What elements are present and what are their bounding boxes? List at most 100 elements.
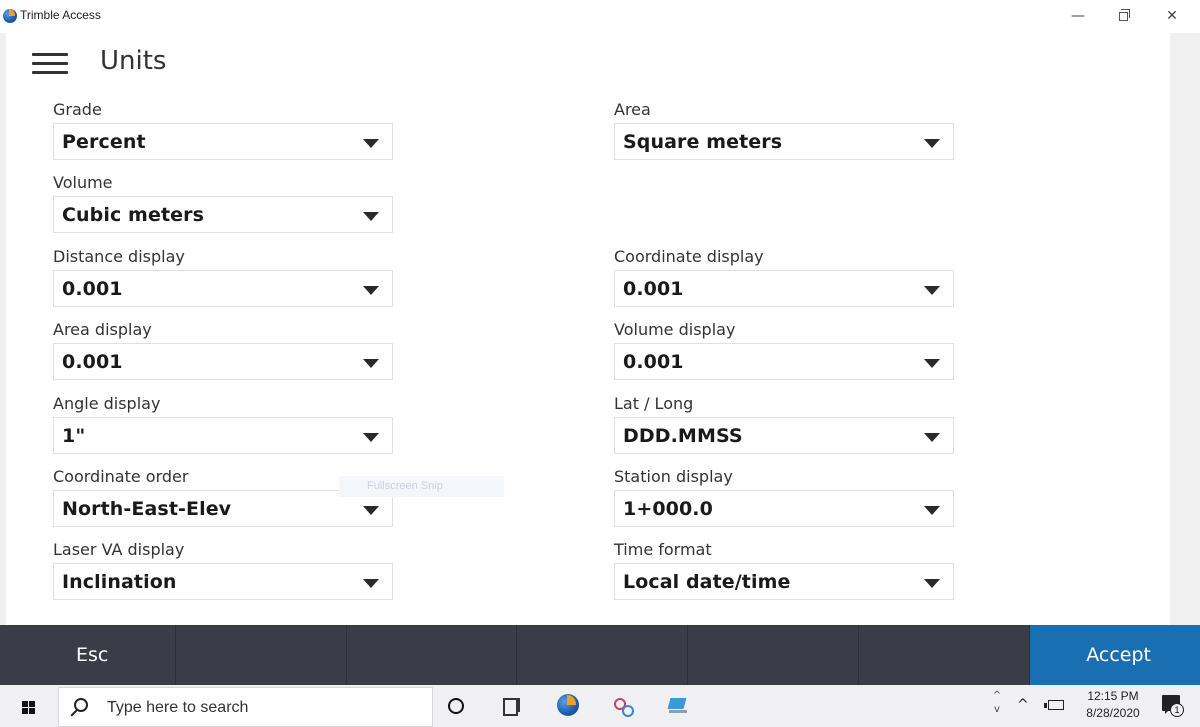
area-value: Square meters	[623, 131, 783, 153]
laptop-app-icon[interactable]	[666, 695, 688, 717]
area-label: Area	[614, 100, 651, 119]
coordinate-display-label: Coordinate display	[614, 247, 764, 266]
window-title-bar: Trimble Access — ✕	[0, 0, 1200, 33]
fullscreen-snip-tooltip: Fullscreen Snip	[339, 476, 504, 497]
volume-label: Volume	[53, 173, 113, 192]
dropdown-arrow-icon	[924, 286, 940, 295]
laser-va-display-dropdown[interactable]: Inclination	[53, 563, 393, 600]
volume-dropdown[interactable]: Cubic meters	[53, 196, 393, 233]
lat-long-label: Lat / Long	[614, 394, 694, 413]
area-dropdown[interactable]: Square meters	[614, 123, 954, 160]
dropdown-arrow-icon	[363, 506, 379, 515]
area-display-dropdown[interactable]: 0.001	[53, 343, 393, 380]
lat-long-dropdown[interactable]: DDD.MMSS	[614, 417, 954, 454]
task-view-icon[interactable]	[502, 695, 524, 717]
clock-date: 8/28/2020	[1086, 706, 1140, 720]
lat-long-field: Lat / Long DDD.MMSS	[614, 392, 956, 454]
volume-display-label: Volume display	[614, 320, 736, 339]
softkey-bar: Esc Accept	[0, 625, 1200, 685]
snipping-tool-icon[interactable]	[612, 695, 634, 717]
notification-count-badge: 1	[1170, 703, 1184, 717]
coordinate-display-value: 0.001	[623, 278, 684, 300]
hamburger-menu-icon[interactable]	[32, 51, 68, 77]
taskbar-scroll-arrows[interactable]: ^ v	[992, 689, 1002, 717]
cortana-circle-icon[interactable]	[448, 698, 464, 714]
area-field: Area Square meters	[614, 98, 956, 160]
page-title: Units	[100, 46, 167, 76]
softkey-slot-5[interactable]	[688, 625, 859, 685]
esc-label: Esc	[76, 644, 109, 666]
scroll-down-icon[interactable]: v	[992, 703, 1002, 717]
angle-display-dropdown[interactable]: 1"	[53, 417, 393, 454]
restore-icon	[1118, 9, 1130, 21]
laser-va-display-field: Laser VA display Inclination	[53, 538, 395, 600]
scroll-up-icon[interactable]: ^	[992, 689, 1002, 703]
search-icon	[74, 698, 88, 712]
angle-display-field: Angle display 1"	[53, 392, 395, 454]
dropdown-arrow-icon	[363, 579, 379, 588]
station-display-label: Station display	[614, 467, 733, 486]
show-hidden-icons-chevron-icon[interactable]: ^	[1017, 697, 1029, 713]
dropdown-arrow-icon	[363, 139, 379, 148]
distance-display-label: Distance display	[53, 247, 185, 266]
esc-button[interactable]: Esc	[0, 625, 176, 685]
grade-field: Grade Percent	[53, 98, 395, 160]
angle-display-label: Angle display	[53, 394, 161, 413]
dropdown-arrow-icon	[924, 359, 940, 368]
coordinate-display-dropdown[interactable]: 0.001	[614, 270, 954, 307]
taskbar-search-box[interactable]: Type here to search	[58, 687, 433, 727]
softkey-slot-3[interactable]	[347, 625, 517, 685]
dropdown-arrow-icon	[924, 139, 940, 148]
time-format-value: Local date/time	[623, 571, 791, 593]
restore-button[interactable]	[1101, 2, 1145, 30]
angle-display-value: 1"	[62, 425, 86, 447]
dropdown-arrow-icon	[363, 286, 379, 295]
time-format-field: Time format Local date/time	[614, 538, 956, 600]
lat-long-value: DDD.MMSS	[623, 425, 743, 447]
coordinate-display-field: Coordinate display 0.001	[614, 245, 956, 307]
volume-value: Cubic meters	[62, 204, 204, 226]
area-display-field: Area display 0.001	[53, 318, 395, 380]
trimble-globe-icon	[3, 9, 17, 23]
softkey-slot-4[interactable]	[517, 625, 688, 685]
area-display-value: 0.001	[62, 351, 123, 373]
coordinate-order-value: North-East-Elev	[62, 498, 232, 520]
dropdown-arrow-icon	[924, 433, 940, 442]
grade-label: Grade	[53, 100, 102, 119]
dropdown-arrow-icon	[924, 579, 940, 588]
close-button[interactable]: ✕	[1150, 2, 1194, 30]
softkey-slot-2[interactable]	[176, 625, 347, 685]
grade-dropdown[interactable]: Percent	[53, 123, 393, 160]
dropdown-arrow-icon	[924, 506, 940, 515]
search-placeholder: Type here to search	[107, 699, 249, 716]
station-display-dropdown[interactable]: 1+000.0	[614, 490, 954, 527]
clock-time: 12:15 PM	[1087, 689, 1139, 703]
trimble-access-taskbar-icon[interactable]	[557, 694, 579, 716]
windows-start-icon[interactable]	[22, 701, 35, 714]
accept-label: Accept	[1086, 644, 1151, 666]
dropdown-arrow-icon	[363, 359, 379, 368]
volume-display-value: 0.001	[623, 351, 684, 373]
volume-display-field: Volume display 0.001	[614, 318, 956, 380]
battery-icon[interactable]	[1044, 700, 1064, 710]
accept-button[interactable]: Accept	[1030, 625, 1200, 685]
distance-display-value: 0.001	[62, 278, 123, 300]
time-format-dropdown[interactable]: Local date/time	[614, 563, 954, 600]
minimize-button[interactable]: —	[1056, 2, 1100, 30]
dropdown-arrow-icon	[363, 212, 379, 221]
distance-display-dropdown[interactable]: 0.001	[53, 270, 393, 307]
laser-va-display-value: Inclination	[62, 571, 177, 593]
volume-display-dropdown[interactable]: 0.001	[614, 343, 954, 380]
station-display-field: Station display 1+000.0	[614, 465, 956, 527]
volume-field: Volume Cubic meters	[53, 171, 395, 233]
taskbar-clock[interactable]: 12:15 PM 8/28/2020	[1078, 688, 1148, 722]
window-title: Trimble Access	[20, 8, 101, 22]
softkey-slot-6[interactable]	[859, 625, 1030, 685]
time-format-label: Time format	[614, 540, 712, 559]
area-display-label: Area display	[53, 320, 152, 339]
station-display-value: 1+000.0	[623, 498, 713, 520]
dropdown-arrow-icon	[363, 433, 379, 442]
grade-value: Percent	[62, 131, 146, 153]
laser-va-display-label: Laser VA display	[53, 540, 185, 559]
windows-taskbar: Type here to search ^ v ^ 12:15 PM 8/28/…	[0, 685, 1200, 727]
